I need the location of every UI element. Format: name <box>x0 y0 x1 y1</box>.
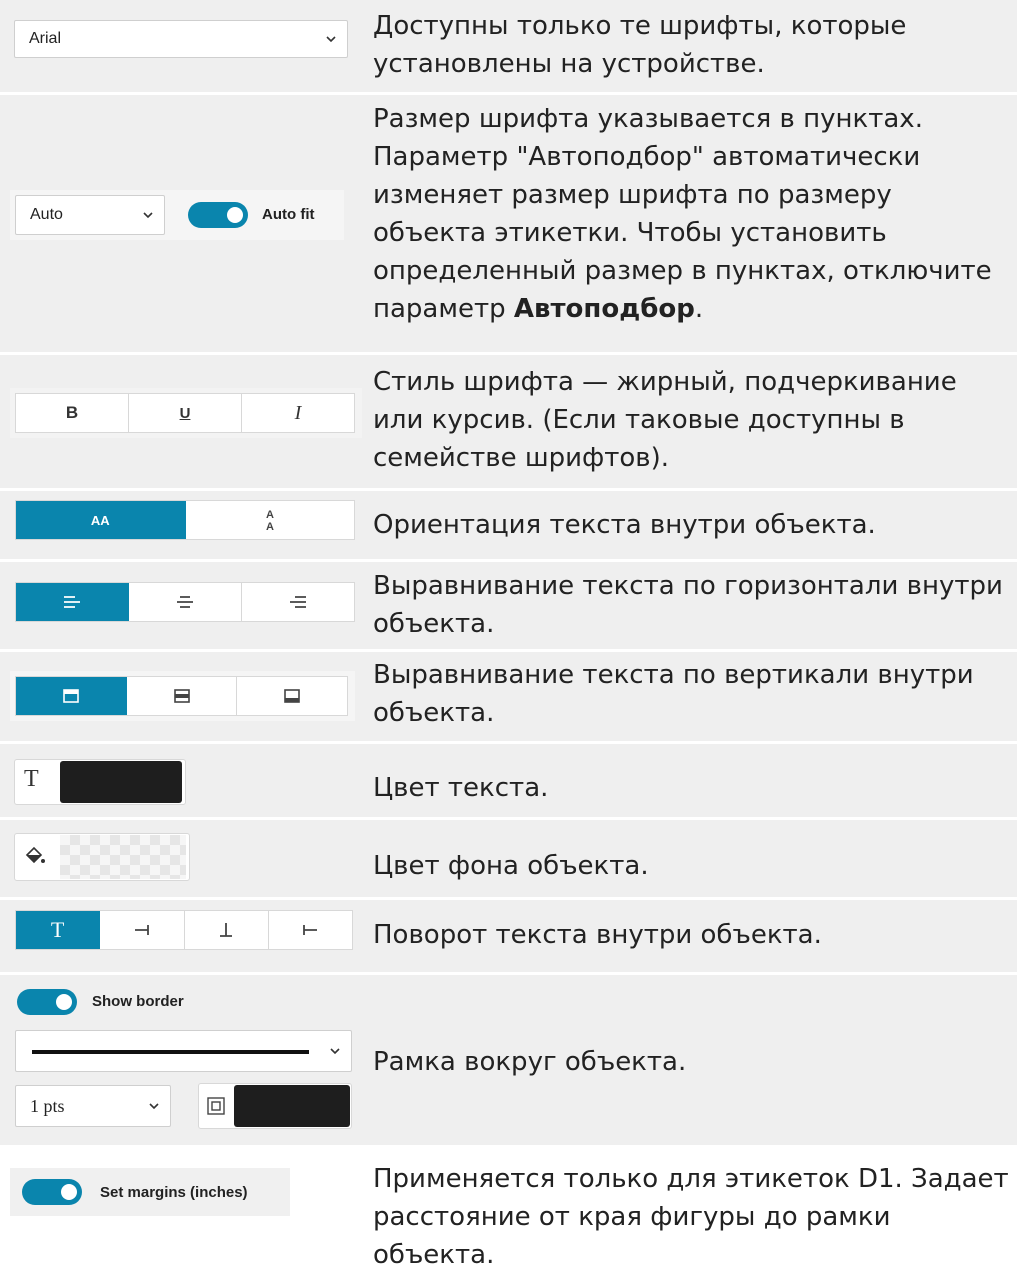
bold-button[interactable]: B <box>16 394 129 432</box>
border-thickness-value: 1 pts <box>30 1095 65 1116</box>
row-margins: Set margins (inches) Применяется только … <box>0 1148 1017 1270</box>
toggle-knob <box>56 994 72 1010</box>
align-left-button[interactable] <box>16 583 129 621</box>
row-description: Цвет текста. <box>373 773 549 803</box>
feature-table: Arial Доступны только те шрифты, которые… <box>0 0 1017 1270</box>
orientation-horizontal-label: AA <box>90 512 110 528</box>
align-right-button[interactable] <box>242 583 354 621</box>
align-middle-icon <box>173 689 190 703</box>
rotate-180-button[interactable] <box>185 911 269 949</box>
row-description: Выравнивание текста по вертикали внутри … <box>373 660 974 728</box>
row-description: Цвет фона объекта. <box>373 851 649 881</box>
show-border-toggle[interactable] <box>17 989 77 1015</box>
italic-label: I <box>294 401 302 424</box>
stacked-letters-icon: AA <box>266 509 274 532</box>
rotate-0-button[interactable]: T <box>16 911 101 949</box>
align-bottom-icon <box>284 689 300 703</box>
row-description: Доступны только те шрифты, которые устан… <box>373 11 907 79</box>
align-left-icon <box>64 596 80 608</box>
border-thickness-select[interactable]: 1 pts <box>15 1085 171 1127</box>
rotate-90-button[interactable] <box>100 911 185 949</box>
align-center-button[interactable] <box>129 583 242 621</box>
description-text: Размер шрифта указывается в пунктах. Пар… <box>373 104 992 324</box>
orientation-vertical-button[interactable]: AA <box>186 501 355 539</box>
description-bold: Автоподбор <box>513 294 695 324</box>
auto-fit-toggle[interactable] <box>188 202 248 228</box>
row-text-color: T Цвет текста. <box>0 744 1017 817</box>
row-rotation: T Поворот текста внутри объекта. <box>0 900 1017 972</box>
svg-text:A: A <box>266 509 274 521</box>
toggle-knob <box>227 207 243 223</box>
row-vertical-align: Выравнивание текста по вертикали внутри … <box>0 652 1017 741</box>
italic-button[interactable]: I <box>242 394 354 432</box>
vertical-align-buttons <box>15 676 348 716</box>
horizontal-align-buttons <box>15 582 355 622</box>
font-family-value: Arial <box>29 30 62 47</box>
align-top-button[interactable] <box>16 677 127 715</box>
chevron-down-icon <box>149 1103 159 1110</box>
row-horizontal-align: Выравнивание текста по горизонтали внутр… <box>0 562 1017 649</box>
orientation-buttons: AA AA <box>15 500 355 540</box>
row-description: Применяется только для этикеток D1. Зада… <box>373 1164 1009 1270</box>
chevron-down-icon <box>143 212 153 219</box>
paint-bucket-icon <box>25 846 45 864</box>
font-size-value: Auto <box>30 206 63 223</box>
bold-label: B <box>65 403 79 422</box>
font-size-select[interactable]: Auto <box>15 195 165 235</box>
row-orientation: AA AA Ориентация текста внутри объекта. <box>0 491 1017 559</box>
row-description: Стиль шрифта — жирный, подчеркивание или… <box>373 367 957 473</box>
auto-fit-label: Auto fit <box>262 206 315 223</box>
row-description: Размер шрифта указывается в пунктах. Пар… <box>373 100 1009 328</box>
svg-text:A: A <box>266 521 274 532</box>
description-suffix: . <box>694 294 704 324</box>
row-fill-color: Цвет фона объекта. <box>0 820 1017 897</box>
border-line-style-select[interactable] <box>15 1030 352 1072</box>
chevron-down-icon <box>330 1048 340 1055</box>
font-style-buttons: B U I <box>15 393 355 433</box>
set-margins-toggle[interactable] <box>22 1179 82 1205</box>
solid-line-preview <box>32 1050 309 1054</box>
rotate-270-icon <box>303 925 318 935</box>
show-border-label: Show border <box>92 993 184 1010</box>
chevron-down-icon <box>326 36 336 43</box>
row-description: Выравнивание текста по горизонтали внутр… <box>373 571 1003 639</box>
row-description: Ориентация текста внутри объекта. <box>373 510 876 540</box>
rotate-270-button[interactable] <box>269 911 352 949</box>
align-center-icon <box>177 596 193 608</box>
rotate-90-icon <box>134 925 149 935</box>
row-font-style: B U I Стиль шрифта — жирный, подчеркиван… <box>0 355 1017 488</box>
align-middle-button[interactable] <box>127 677 238 715</box>
toggle-knob <box>61 1184 77 1200</box>
row-description: Поворот текста внутри объекта. <box>373 920 822 950</box>
fill-color-swatch[interactable] <box>60 835 186 879</box>
text-color-letter-icon: T <box>24 766 39 792</box>
row-border: Show border 1 pts Рамка вокруг объекта. <box>0 975 1017 1145</box>
row-font-size: Auto Auto fit Размер шрифта указывается … <box>0 95 1017 352</box>
align-bottom-button[interactable] <box>237 677 347 715</box>
rotate-0-icon: T <box>50 917 65 942</box>
underline-button[interactable]: U <box>129 394 242 432</box>
align-top-icon <box>63 689 79 703</box>
row-font-family: Arial Доступны только те шрифты, которые… <box>0 0 1017 92</box>
border-color-swatch[interactable] <box>234 1085 350 1127</box>
underline-label: U <box>179 404 191 422</box>
orientation-horizontal-button[interactable]: AA <box>16 501 186 539</box>
font-family-select[interactable]: Arial <box>14 20 348 58</box>
text-color-swatch[interactable] <box>60 761 182 803</box>
row-description: Рамка вокруг объекта. <box>373 1047 687 1077</box>
rotation-buttons: T <box>15 910 353 950</box>
border-box-icon <box>207 1097 225 1115</box>
set-margins-label: Set margins (inches) <box>100 1184 248 1201</box>
align-right-icon <box>290 596 306 608</box>
rotate-180-icon <box>220 923 233 937</box>
